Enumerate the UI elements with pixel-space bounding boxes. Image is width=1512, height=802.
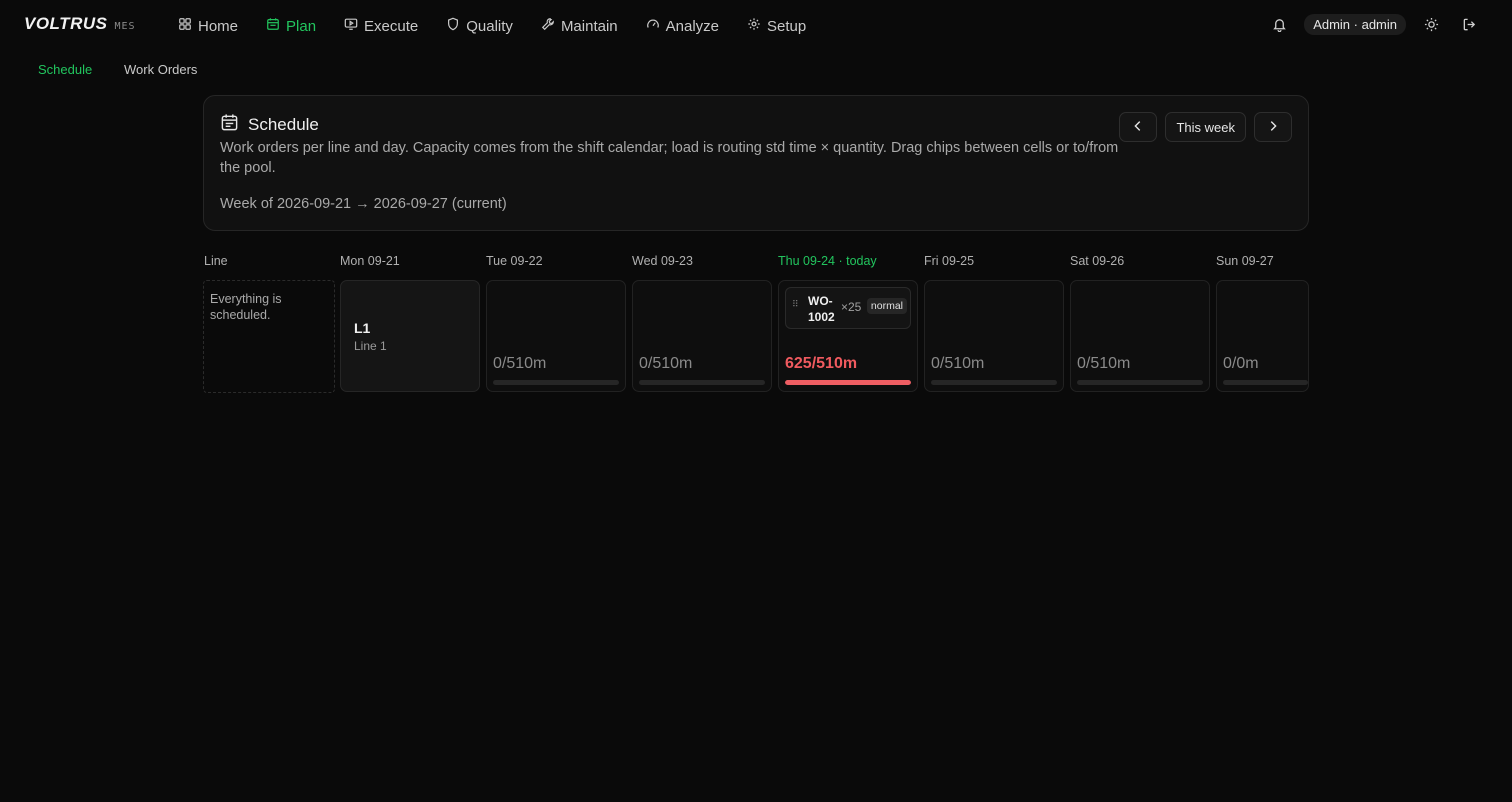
column-header-day: Sat 09-26 [1070, 254, 1125, 268]
next-week-button[interactable] [1254, 112, 1292, 142]
nav-item-setup[interactable]: Setup [739, 12, 814, 40]
gear-icon [747, 17, 761, 35]
nav-item-quality[interactable]: Quality [438, 12, 521, 40]
nav-item-home[interactable]: Home [170, 12, 246, 40]
column-header-day: Sun 09-27 [1216, 254, 1274, 268]
logo[interactable]: VOLTRUS MES [24, 14, 136, 34]
user-menu[interactable]: Admin · admin [1304, 13, 1406, 35]
week-controls: This week [1119, 112, 1292, 142]
grid-icon [178, 17, 192, 35]
schedule-cell[interactable]: 0/510m [924, 280, 1064, 392]
nav-label: Execute [364, 17, 419, 35]
load-bar-fill [785, 380, 911, 385]
brand-suffix: MES [114, 21, 136, 32]
work-order-quantity: ×25 [841, 300, 862, 314]
this-week-button[interactable]: This week [1165, 112, 1246, 142]
nav-label: Maintain [560, 17, 618, 35]
column-header-day: Wed 09-23 [632, 254, 693, 268]
schedule-cell-today[interactable]: ⠿ WO-1002 ×25 normal 625/510m [778, 280, 918, 392]
nav-item-maintain[interactable]: Maintain [533, 12, 626, 40]
subnav-work-orders[interactable]: Work Orders [124, 62, 197, 77]
schedule-header-card: Schedule Work orders per line and day. C… [203, 95, 1309, 231]
unscheduled-pool[interactable]: Everything is scheduled. [203, 280, 335, 393]
load-bar [785, 380, 911, 385]
sun-icon[interactable] [1418, 11, 1444, 37]
load-readout: 625/510m [785, 355, 858, 372]
monitor-play-icon [344, 17, 358, 35]
nav-label: Quality [466, 17, 513, 35]
sub-nav: Schedule Work Orders [0, 54, 1512, 86]
schedule-cell[interactable]: 0/0m [1216, 280, 1309, 392]
work-order-id: WO-1002 [808, 294, 835, 324]
top-bar: VOLTRUS MES Home Plan Execute Quality Ma… [0, 0, 1512, 52]
load-readout: 0/510m [1077, 355, 1131, 372]
load-readout: 0/510m [931, 355, 985, 372]
drag-handle-icon[interactable]: ⠿ [792, 300, 802, 312]
column-header-day: Mon 09-21 [340, 254, 400, 268]
gauge-icon [646, 17, 660, 35]
schedule-cell[interactable]: 0/510m [486, 280, 626, 392]
nav-label: Plan [286, 17, 317, 35]
calendar-icon [266, 17, 280, 35]
load-bar [493, 380, 619, 385]
page-title-text: Schedule [248, 115, 319, 134]
column-header-day: Tue 09-22 [486, 254, 543, 268]
logout-icon[interactable] [1456, 11, 1482, 37]
line-cell-l1: L1 Line 1 [340, 280, 480, 392]
nav-item-plan[interactable]: Plan [258, 12, 324, 40]
nav-label: Analyze [665, 17, 720, 35]
line-name: Line 1 [354, 339, 387, 353]
chevron-left-icon [1131, 119, 1145, 136]
pool-empty-message: Everything is scheduled. [210, 292, 282, 322]
work-order-chip[interactable]: ⠿ WO-1002 ×25 normal [785, 287, 911, 329]
calendar-icon [220, 113, 239, 137]
shield-icon [446, 17, 460, 35]
load-readout: 0/510m [493, 355, 547, 372]
priority-badge: normal [866, 298, 907, 314]
column-header-day: Fri 09-25 [924, 254, 975, 268]
nav-item-execute[interactable]: Execute [336, 12, 426, 40]
brand-name: VOLTRUS [24, 14, 108, 33]
load-readout: 0/0m [1223, 355, 1259, 372]
load-bar [639, 380, 765, 385]
subnav-schedule[interactable]: Schedule [38, 62, 92, 77]
load-readout: 0/510m [639, 355, 693, 372]
load-bar [1223, 380, 1308, 385]
load-bar [931, 380, 1057, 385]
schedule-cell[interactable]: 0/510m [1070, 280, 1210, 392]
wrench-icon [541, 17, 555, 35]
column-header-line: Line [204, 254, 228, 268]
nav-label: Setup [767, 17, 807, 35]
column-header-today: Thu 09-24 · today [778, 254, 877, 268]
previous-week-button[interactable] [1119, 112, 1158, 142]
line-code: L1 [354, 320, 371, 336]
nav-label: Home [198, 17, 239, 35]
chevron-right-icon [1266, 119, 1280, 136]
week-range: Week of 2026-09-21 → 2026-09-27 (current… [220, 196, 507, 212]
header-tools: Admin · admin [1266, 11, 1482, 37]
load-bar [1077, 380, 1203, 385]
bell-icon[interactable] [1266, 11, 1292, 37]
nav-item-analyze[interactable]: Analyze [638, 12, 727, 40]
page-title: Schedule [220, 113, 319, 137]
main-nav: Home Plan Execute Quality Maintain Analy… [170, 12, 826, 40]
page-description: Work orders per line and day. Capacity c… [220, 140, 1119, 176]
schedule-cell[interactable]: 0/510m [632, 280, 772, 392]
